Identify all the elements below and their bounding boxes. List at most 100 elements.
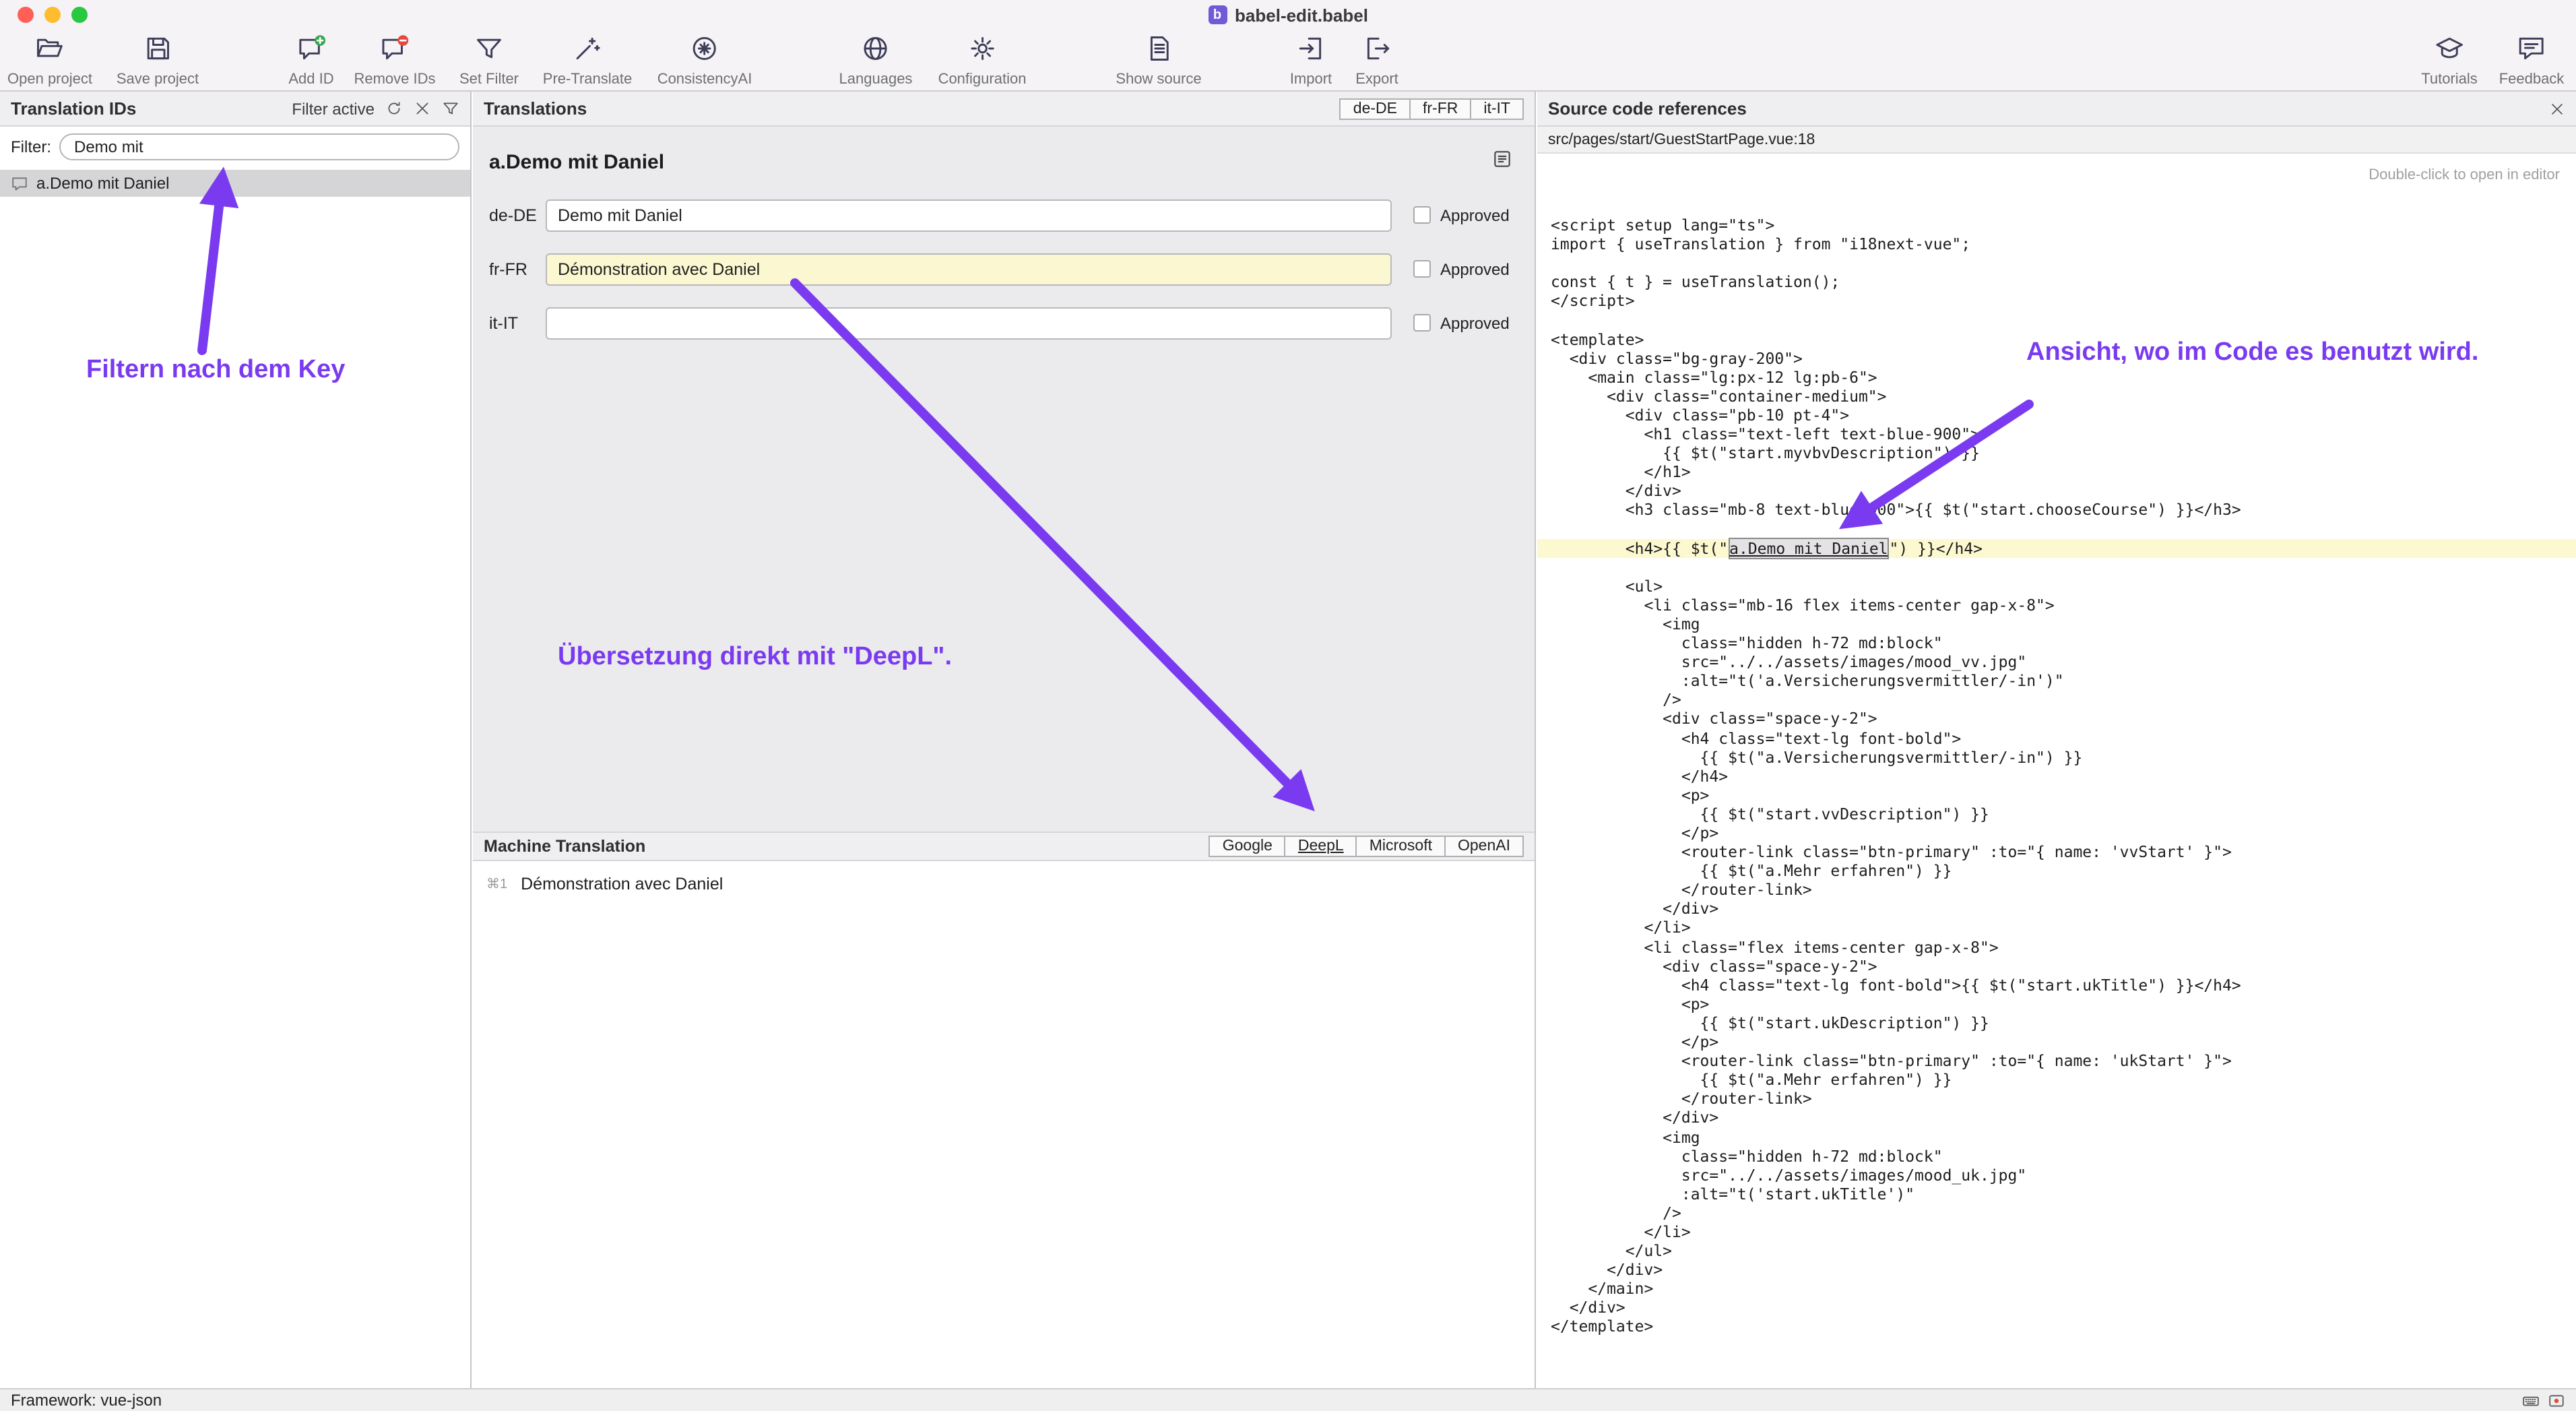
machine-translation-title: Machine Translation — [484, 837, 645, 856]
code-line: <p> — [1537, 995, 2576, 1013]
code-line: <script setup lang="ts"> — [1537, 216, 2576, 234]
mt-tab-DeepL[interactable]: DeepL — [1285, 836, 1357, 857]
toolbar: Open project Save project Add ID Remove IDs… — [0, 30, 2576, 92]
code-line: <li class="mb-16 flex items-center gap-x… — [1537, 596, 2576, 615]
code-line: </li> — [1537, 1222, 2576, 1241]
toolbar-tutorials-button[interactable]: Tutorials — [2421, 34, 2478, 88]
source-code[interactable]: <script setup lang="ts">import { useTran… — [1537, 216, 2576, 1336]
translation-input-de-DE[interactable] — [546, 199, 1392, 232]
approved-label: Approved — [1440, 314, 1510, 333]
code-line — [1537, 557, 2576, 576]
clear-filter-icon[interactable] — [414, 100, 431, 117]
language-tab-fr-FR[interactable]: fr-FR — [1409, 98, 1471, 119]
file-reference[interactable]: src/pages/start/GuestStartPage.vue:18 — [1537, 127, 2576, 154]
titlebar: b babel-edit.babel — [0, 0, 2576, 30]
toolbar-add-id-button[interactable]: Add ID — [288, 34, 333, 88]
export-icon — [1362, 34, 1392, 70]
approved-checkbox-de-DE[interactable] — [1413, 206, 1431, 224]
code-line: <p> — [1537, 786, 2576, 805]
toolbar-open-project-button[interactable]: Open project — [7, 34, 92, 88]
notes-icon[interactable] — [1491, 148, 1513, 177]
close-icon[interactable] — [2549, 100, 2565, 117]
toolbar-import-button[interactable]: Import — [1290, 34, 1332, 88]
translations-panel: Translations de-DEfr-FRit-IT a.Demo mit … — [473, 92, 1536, 1388]
code-line: /> — [1537, 691, 2576, 710]
toolbar-languages-button[interactable]: Languages — [839, 34, 913, 88]
toolbar-set-filter-button[interactable]: Set Filter — [459, 34, 519, 88]
approved-checkbox-it-IT[interactable] — [1413, 314, 1431, 332]
status-bar-icons — [2522, 1391, 2565, 1409]
filter-row: Filter: — [0, 127, 470, 167]
filter-icon[interactable] — [442, 100, 459, 117]
code-line: <h4 class="text-lg font-bold">{{ $t("sta… — [1537, 976, 2576, 995]
code-line: <main class="lg:px-12 lg:pb-6"> — [1537, 368, 2576, 387]
entry-header: a.Demo mit Daniel — [473, 127, 1535, 199]
configuration-icon — [967, 34, 997, 70]
machine-translation-panel: Machine Translation GoogleDeepLMicrosoft… — [473, 832, 1535, 1388]
toolbar-configuration-button[interactable]: Configuration — [938, 34, 1027, 88]
code-line: </router-link> — [1537, 881, 2576, 900]
source-references-title: Source code references — [1548, 98, 1747, 119]
import-icon — [1296, 34, 1326, 70]
remove-ids-icon — [380, 34, 410, 70]
code-line: import { useTranslation } from "i18next-… — [1537, 234, 2576, 253]
code-line: {{ $t("start.ukDescription") }} — [1537, 1013, 2576, 1032]
code-line: </router-link> — [1537, 1090, 2576, 1108]
mt-tab-Google[interactable]: Google — [1209, 836, 1286, 857]
toolbar-label: Export — [1355, 71, 1398, 88]
toolbar-label: Import — [1290, 71, 1332, 88]
language-tab-de-DE[interactable]: de-DE — [1340, 98, 1411, 119]
toolbar-label: ConsistencyAI — [657, 71, 752, 88]
machine-translation-body: ⌘1 Démonstration avec Daniel — [473, 861, 1535, 893]
language-tab-it-IT[interactable]: it-IT — [1470, 98, 1524, 119]
language-label: de-DE — [489, 206, 537, 225]
code-line — [1537, 520, 2576, 538]
toolbar-label: Save project — [117, 71, 199, 88]
filter-input[interactable] — [59, 133, 459, 160]
toolbar-show-source-button[interactable]: Show source — [1116, 34, 1201, 88]
framework-label: Framework: vue-json — [11, 1391, 162, 1410]
toolbar-remove-ids-button[interactable]: Remove IDs — [354, 34, 435, 88]
screen-capture-icon[interactable] — [2548, 1391, 2565, 1409]
code-line: <div class="space-y-2"> — [1537, 710, 2576, 728]
code-line: {{ $t("a.Versicherungsvermittler/-in") }… — [1537, 747, 2576, 766]
code-line-highlighted: <h4>{{ $t("a.Demo mit Daniel") }}</h4> — [1537, 538, 2576, 557]
toolbar-consistency-ai-button[interactable]: ConsistencyAI — [657, 34, 752, 88]
app-window: b babel-edit.babel Open project Save proj… — [0, 0, 2576, 1411]
approved-label: Approved — [1440, 260, 1510, 279]
code-line: <img — [1537, 1127, 2576, 1146]
toolbar-label: Configuration — [938, 71, 1027, 88]
pre-translate-icon — [573, 34, 602, 70]
highlighted-translation-key[interactable]: a.Demo mit Daniel — [1728, 537, 1889, 559]
feedback-icon — [2517, 34, 2546, 70]
code-line: <div class="container-medium"> — [1537, 387, 2576, 406]
mt-tab-OpenAI[interactable]: OpenAI — [1444, 836, 1524, 857]
toolbar-label: Show source — [1116, 71, 1201, 88]
toolbar-export-button[interactable]: Export — [1355, 34, 1398, 88]
code-line: :alt="t('start.ukTitle')" — [1537, 1185, 2576, 1203]
mt-suggestion-text: Démonstration avec Daniel — [521, 875, 723, 893]
toolbar-label: Open project — [7, 71, 92, 88]
translation-input-it-IT[interactable] — [546, 307, 1392, 340]
approved-checkbox-fr-FR[interactable] — [1413, 260, 1431, 278]
code-line: {{ $t("a.Mehr erfahren") }} — [1537, 861, 2576, 880]
mt-suggestion-row[interactable]: ⌘1 Démonstration avec Daniel — [473, 861, 1535, 893]
toolbar-pre-translate-button[interactable]: Pre-Translate — [543, 34, 632, 88]
toolbar-save-project-button[interactable]: Save project — [117, 34, 199, 88]
translation-input-fr-FR[interactable] — [546, 253, 1392, 286]
code-line: </div> — [1537, 1260, 2576, 1279]
app-icon: b — [1208, 5, 1227, 24]
toolbar-label: Pre-Translate — [543, 71, 632, 88]
translation-ids-panel: Translation IDs Filter active Filter: a.… — [0, 92, 472, 1388]
mt-tab-Microsoft[interactable]: Microsoft — [1356, 836, 1446, 857]
refresh-icon[interactable] — [385, 100, 403, 117]
keyboard-icon[interactable] — [2522, 1391, 2540, 1409]
approved-label: Approved — [1440, 206, 1510, 225]
code-line: const { t } = useTranslation(); — [1537, 273, 2576, 292]
toolbar-feedback-button[interactable]: Feedback — [2499, 34, 2565, 88]
code-line: </div> — [1537, 482, 2576, 501]
language-tabs: de-DEfr-FRit-IT — [1340, 98, 1524, 119]
code-line: <ul> — [1537, 577, 2576, 596]
translation-id-item[interactable]: a.Demo mit Daniel — [0, 170, 470, 197]
code-line: <li class="flex items-center gap-x-8"> — [1537, 937, 2576, 956]
